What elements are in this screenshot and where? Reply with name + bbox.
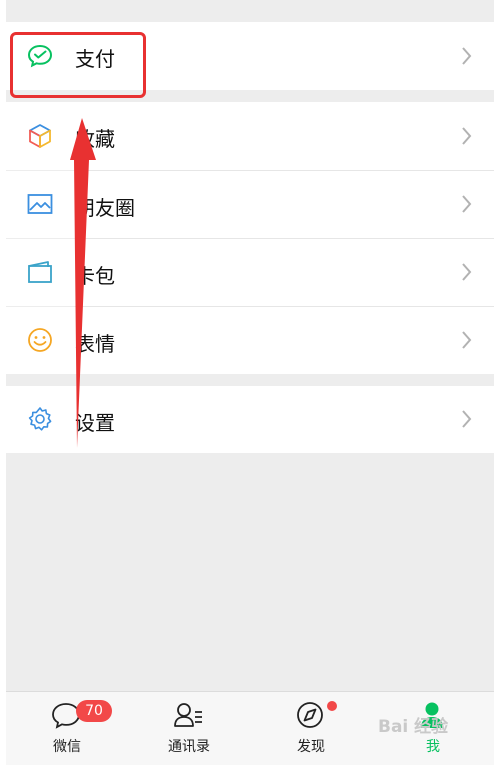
unread-badge: 70 (76, 700, 112, 722)
gear-icon (28, 407, 52, 431)
tab-contacts[interactable]: 通讯录 (128, 692, 250, 765)
sticker-smiley-icon (28, 328, 52, 352)
menu-item-favorites[interactable]: 收藏 (6, 102, 494, 170)
menu-item-stickers[interactable]: 表情 (6, 307, 494, 374)
menu-item-favorites-label: 收藏 (75, 127, 115, 151)
tab-chats[interactable]: 70 微信 (6, 692, 128, 765)
menu-item-moments-label: 朋友圈 (75, 196, 135, 220)
menu-item-settings[interactable]: 设置 (6, 386, 494, 453)
wechat-me-screen: 支付 收藏 朋友圈 卡包 表情 设置 70 微信 通讯录 发现 我 (6, 0, 494, 765)
tab-discover-label: 发现 (297, 739, 325, 755)
contacts-icon (174, 703, 202, 727)
watermark: Bai 经验 (378, 717, 449, 737)
menu-item-moments[interactable]: 朋友圈 (6, 171, 494, 238)
highlight-box (10, 32, 146, 98)
card-wallet-icon (28, 261, 52, 283)
tab-discover[interactable]: 发现 (250, 692, 372, 765)
moments-image-icon (27, 194, 53, 214)
chevron-right-icon (462, 195, 472, 213)
menu-item-cards-label: 卡包 (75, 264, 115, 288)
page-frame: 支付 收藏 朋友圈 卡包 表情 设置 70 微信 通讯录 发现 我 Bai 经验 (0, 0, 500, 765)
tab-contacts-label: 通讯录 (168, 739, 210, 755)
chevron-right-icon (462, 47, 472, 65)
tab-me-label: 我 (426, 739, 440, 755)
favorites-cube-icon (29, 124, 51, 148)
notification-dot (327, 701, 337, 711)
chevron-right-icon (462, 127, 472, 145)
menu-item-stickers-label: 表情 (75, 332, 115, 356)
menu-item-cards[interactable]: 卡包 (6, 239, 494, 306)
menu-item-settings-label: 设置 (75, 411, 115, 435)
chevron-right-icon (462, 331, 472, 349)
chevron-right-icon (462, 410, 472, 428)
tab-chats-label: 微信 (53, 739, 81, 755)
compass-icon (297, 702, 323, 728)
top-strip (6, 0, 494, 12)
chevron-right-icon (462, 263, 472, 281)
